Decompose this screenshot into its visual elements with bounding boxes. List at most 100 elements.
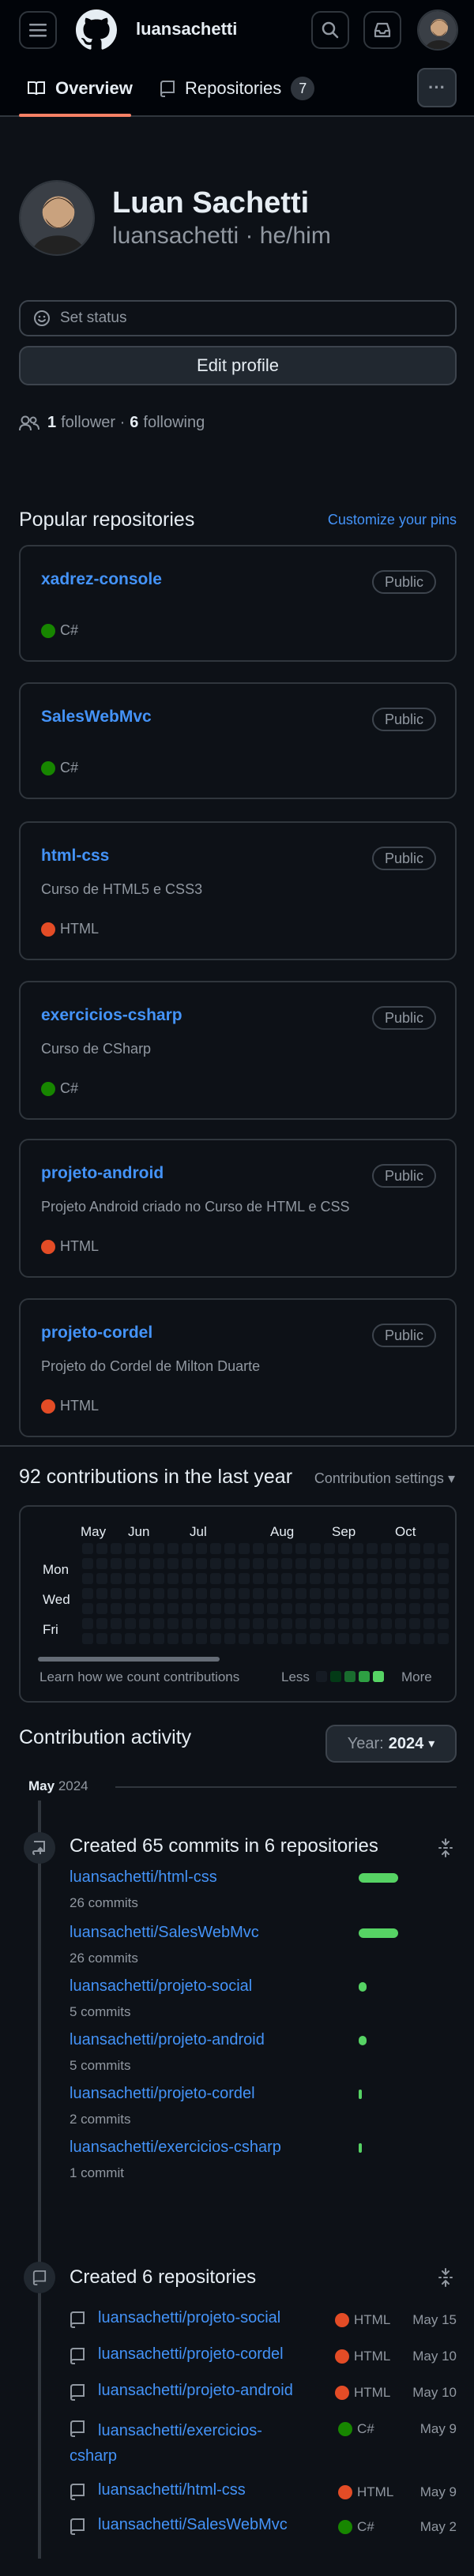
contribution-day-cell[interactable] [310, 1588, 321, 1599]
contribution-day-cell[interactable] [310, 1558, 321, 1569]
contribution-day-cell[interactable] [295, 1573, 307, 1584]
contribution-day-cell[interactable] [253, 1573, 264, 1584]
contribution-day-cell[interactable] [153, 1633, 164, 1644]
created-repo-link[interactable]: luansachetti/html-css [98, 2481, 246, 2499]
learn-contributions-link[interactable]: Learn how we count contributions [40, 1669, 239, 1685]
contribution-day-cell[interactable] [125, 1603, 136, 1614]
contribution-day-cell[interactable] [96, 1558, 107, 1569]
contribution-day-cell[interactable] [367, 1633, 378, 1644]
contribution-day-cell[interactable] [167, 1543, 179, 1554]
repos-summary-title[interactable]: Created 6 repositories [70, 2266, 256, 2289]
contribution-day-cell[interactable] [224, 1558, 235, 1569]
commit-count[interactable]: 1 commit [70, 2165, 124, 2181]
contribution-day-cell[interactable] [281, 1603, 292, 1614]
contribution-day-cell[interactable] [196, 1618, 207, 1629]
contribution-day-cell[interactable] [153, 1543, 164, 1554]
contribution-day-cell[interactable] [224, 1633, 235, 1644]
contribution-day-cell[interactable] [409, 1633, 420, 1644]
contribution-day-cell[interactable] [310, 1633, 321, 1644]
contribution-day-cell[interactable] [82, 1588, 93, 1599]
contribution-day-cell[interactable] [438, 1618, 449, 1629]
contribution-day-cell[interactable] [139, 1558, 150, 1569]
contribution-day-cell[interactable] [352, 1603, 363, 1614]
commit-count[interactable]: 5 commits [70, 2004, 130, 2020]
contribution-day-cell[interactable] [438, 1543, 449, 1554]
contribution-day-cell[interactable] [409, 1618, 420, 1629]
contribution-day-cell[interactable] [367, 1573, 378, 1584]
contribution-day-cell[interactable] [281, 1618, 292, 1629]
header-username[interactable]: luansachetti [136, 19, 237, 39]
contribution-day-cell[interactable] [82, 1618, 93, 1629]
contribution-day-cell[interactable] [310, 1573, 321, 1584]
commit-count[interactable]: 26 commits [70, 1951, 138, 1966]
contribution-day-cell[interactable] [281, 1633, 292, 1644]
contribution-day-cell[interactable] [210, 1573, 221, 1584]
contribution-day-cell[interactable] [438, 1588, 449, 1599]
contribution-day-cell[interactable] [96, 1543, 107, 1554]
contribution-day-cell[interactable] [338, 1618, 349, 1629]
contribution-day-cell[interactable] [267, 1603, 278, 1614]
contribution-day-cell[interactable] [423, 1573, 434, 1584]
contribution-day-cell[interactable] [295, 1558, 307, 1569]
following-label[interactable]: following [143, 414, 205, 432]
commit-count[interactable]: 2 commits [70, 2112, 130, 2127]
contribution-day-cell[interactable] [324, 1573, 335, 1584]
contribution-day-cell[interactable] [125, 1543, 136, 1554]
contribution-day-cell[interactable] [153, 1558, 164, 1569]
contribution-day-cell[interactable] [196, 1558, 207, 1569]
contribution-day-cell[interactable] [96, 1573, 107, 1584]
contribution-day-cell[interactable] [82, 1558, 93, 1569]
contribution-day-cell[interactable] [96, 1633, 107, 1644]
avatar[interactable] [417, 9, 458, 51]
followers-label[interactable]: follower · [61, 414, 125, 432]
set-status-button[interactable]: Set status [19, 300, 457, 336]
contribution-day-cell[interactable] [281, 1588, 292, 1599]
tab-overview[interactable]: Overview [27, 60, 133, 117]
contribution-day-cell[interactable] [324, 1558, 335, 1569]
followers-count[interactable]: 1 [47, 414, 56, 432]
contribution-day-cell[interactable] [111, 1588, 122, 1599]
contribution-day-cell[interactable] [82, 1603, 93, 1614]
contribution-day-cell[interactable] [96, 1588, 107, 1599]
contribution-day-cell[interactable] [367, 1543, 378, 1554]
contribution-day-cell[interactable] [352, 1588, 363, 1599]
contribution-day-cell[interactable] [167, 1588, 179, 1599]
contribution-day-cell[interactable] [295, 1588, 307, 1599]
contribution-day-cell[interactable] [281, 1558, 292, 1569]
contribution-day-cell[interactable] [125, 1558, 136, 1569]
contribution-day-cell[interactable] [438, 1633, 449, 1644]
created-repo-link[interactable]: luansachetti/projeto-social [98, 2309, 280, 2327]
created-repo-link[interactable]: luansachetti/exercicios-csharp [70, 2418, 307, 2469]
contribution-day-cell[interactable] [338, 1558, 349, 1569]
contribution-day-cell[interactable] [352, 1618, 363, 1629]
commit-repo-link[interactable]: luansachetti/exercicios-csharp [70, 2139, 281, 2157]
contribution-day-cell[interactable] [182, 1618, 193, 1629]
contribution-day-cell[interactable] [196, 1633, 207, 1644]
contribution-day-cell[interactable] [239, 1618, 250, 1629]
contribution-day-cell[interactable] [395, 1588, 406, 1599]
menu-button[interactable] [19, 11, 57, 49]
contribution-day-cell[interactable] [267, 1618, 278, 1629]
contribution-day-cell[interactable] [182, 1543, 193, 1554]
contribution-day-cell[interactable] [338, 1603, 349, 1614]
contribution-day-cell[interactable] [224, 1588, 235, 1599]
contribution-day-cell[interactable] [210, 1543, 221, 1554]
contribution-day-cell[interactable] [139, 1588, 150, 1599]
contribution-day-cell[interactable] [224, 1543, 235, 1554]
contribution-day-cell[interactable] [367, 1603, 378, 1614]
contribution-day-cell[interactable] [352, 1633, 363, 1644]
contribution-day-cell[interactable] [395, 1633, 406, 1644]
contribution-day-cell[interactable] [253, 1603, 264, 1614]
contribution-day-cell[interactable] [409, 1558, 420, 1569]
contribution-day-cell[interactable] [352, 1543, 363, 1554]
contribution-day-cell[interactable] [239, 1573, 250, 1584]
customize-pins-link[interactable]: Customize your pins [328, 512, 457, 528]
contribution-day-cell[interactable] [196, 1588, 207, 1599]
contribution-day-cell[interactable] [338, 1588, 349, 1599]
contribution-day-cell[interactable] [82, 1543, 93, 1554]
contribution-day-cell[interactable] [367, 1588, 378, 1599]
contribution-day-cell[interactable] [82, 1573, 93, 1584]
contribution-day-cell[interactable] [210, 1603, 221, 1614]
commit-repo-link[interactable]: luansachetti/projeto-android [70, 2031, 265, 2049]
contribution-day-cell[interactable] [125, 1573, 136, 1584]
